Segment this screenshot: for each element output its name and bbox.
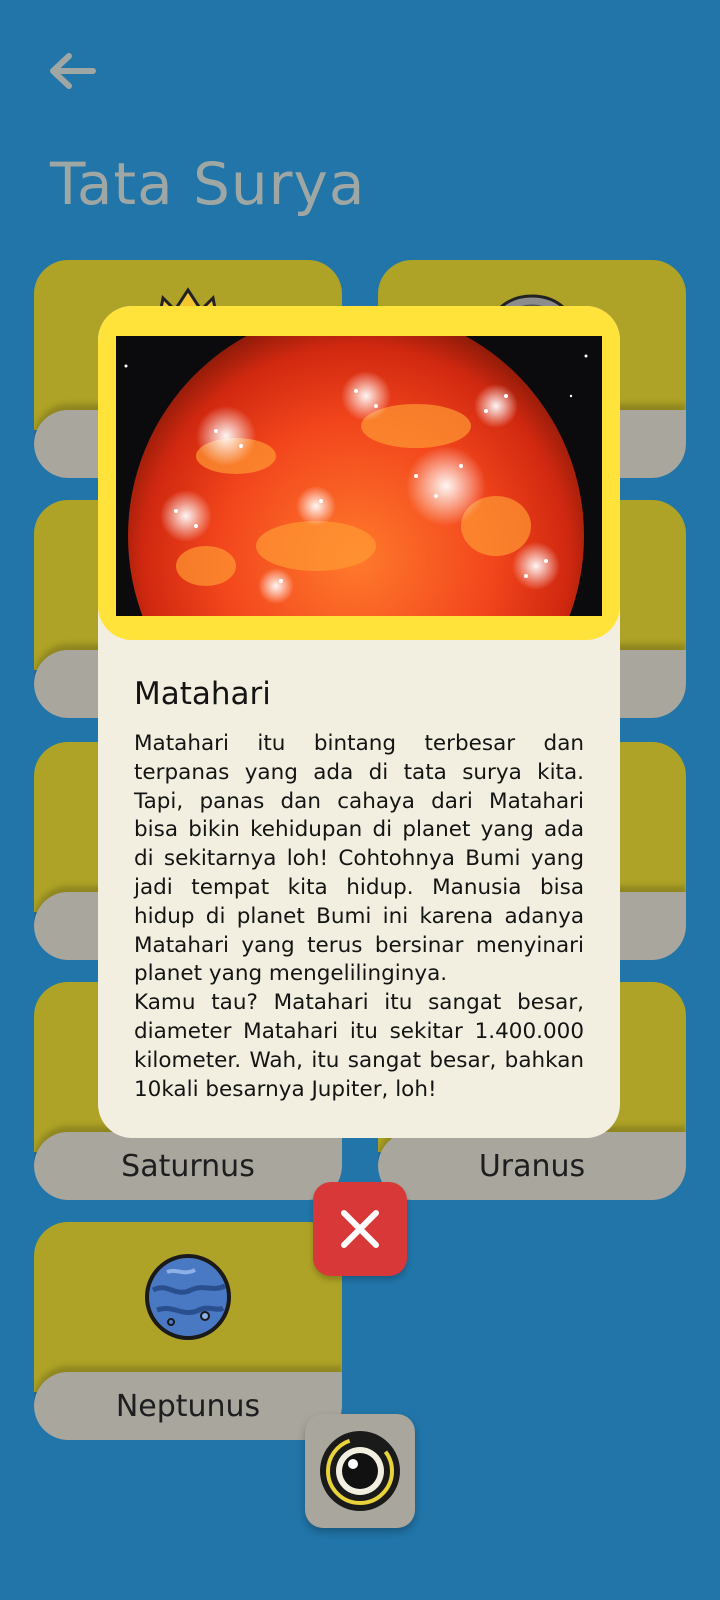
card-label-area: Uranus [378, 1132, 686, 1200]
close-icon [341, 1210, 379, 1248]
back-button[interactable] [42, 46, 102, 96]
planet-name: Neptunus [115, 1388, 261, 1424]
info-dialog: Matahari Matahari itu bintang terbesar d… [98, 306, 620, 1138]
arrow-left-icon [50, 53, 96, 89]
dialog-description: Matahari itu bintang terbesar dan terpan… [134, 730, 584, 1104]
sun-illustration [116, 336, 602, 616]
planet-name: Uranus [478, 1148, 586, 1184]
camera-button[interactable] [305, 1414, 415, 1528]
neptune-icon [145, 1254, 231, 1340]
sun-image [116, 336, 602, 616]
description-paragraph-2: Kamu tau? Matahari itu sangat besar, dia… [134, 990, 584, 1102]
card-image-area [34, 1222, 342, 1392]
card-label-area: Saturnus [34, 1132, 342, 1200]
description-paragraph-1: Matahari itu bintang terbesar dan terpan… [134, 731, 584, 987]
planet-card-neptunus[interactable]: Neptunus [34, 1222, 342, 1440]
page-title: Tata Surya [50, 150, 366, 218]
camera-icon [320, 1431, 400, 1511]
planet-name: Saturnus [121, 1148, 255, 1184]
image-frame [98, 306, 620, 640]
card-label-area: Neptunus [34, 1372, 342, 1440]
dialog-title: Matahari [134, 676, 271, 712]
close-button[interactable] [313, 1182, 407, 1276]
